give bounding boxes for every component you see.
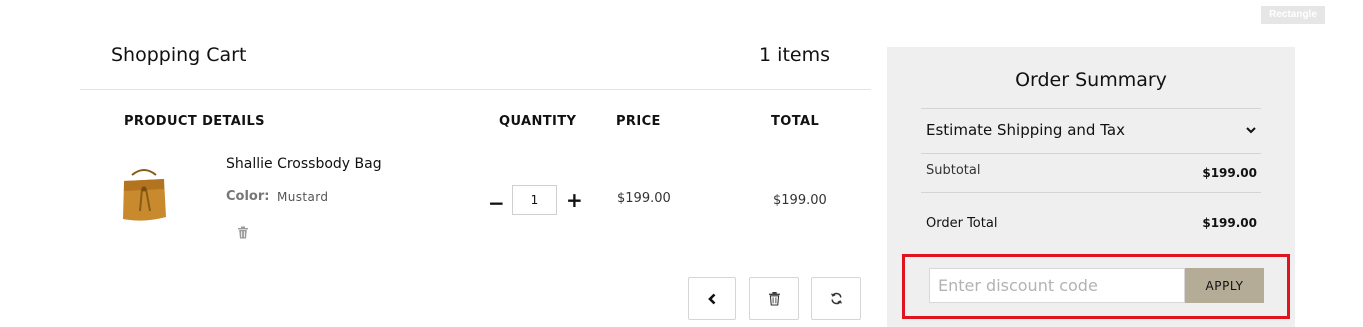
column-header-total: TOTAL [771,114,820,129]
shopping-cart-panel: Shopping Cart 1 items PRODUCT DETAILS QU… [80,30,873,327]
quantity-increase-button[interactable]: + [566,190,583,210]
product-image[interactable] [120,167,168,223]
chevron-down-icon[interactable] [1245,125,1257,135]
cart-item-count: 1 items [759,44,830,66]
quantity-input[interactable] [512,185,557,215]
chevron-left-icon [708,293,716,304]
quantity-decrease-button[interactable]: − [488,193,505,213]
back-button[interactable] [688,277,736,320]
apply-discount-button[interactable]: APPLY [1185,268,1264,303]
summary-divider [921,192,1261,193]
cart-divider [80,89,871,90]
trash-icon [768,292,780,306]
subtotal-value: $199.00 [1202,166,1257,180]
discount-code-highlight: APPLY [902,254,1290,319]
discount-code-input[interactable] [929,268,1185,303]
item-price: $199.00 [617,191,671,206]
column-header-price: PRICE [616,114,661,129]
update-cart-button[interactable] [811,277,861,320]
estimate-shipping-toggle[interactable]: Estimate Shipping and Tax [926,121,1125,139]
clear-cart-button[interactable] [749,277,799,320]
cart-title: Shopping Cart [111,44,247,66]
trash-icon[interactable] [237,226,249,239]
color-value: Mustard [277,190,329,204]
order-summary-title: Order Summary [1015,69,1167,91]
rectangle-tag: Rectangle [1261,6,1325,24]
column-header-quantity: QUANTITY [499,114,577,129]
color-label: Color: [226,189,270,204]
subtotal-label: Subtotal [926,163,981,178]
summary-divider [921,153,1261,154]
order-total-label: Order Total [926,216,998,231]
refresh-icon [830,292,842,305]
column-header-product-details: PRODUCT DETAILS [124,114,265,129]
item-total: $199.00 [773,193,827,208]
summary-divider [921,108,1261,109]
order-summary-panel: Order Summary Estimate Shipping and Tax … [887,47,1295,327]
product-name[interactable]: Shallie Crossbody Bag [226,156,382,172]
order-total-value: $199.00 [1202,216,1257,230]
